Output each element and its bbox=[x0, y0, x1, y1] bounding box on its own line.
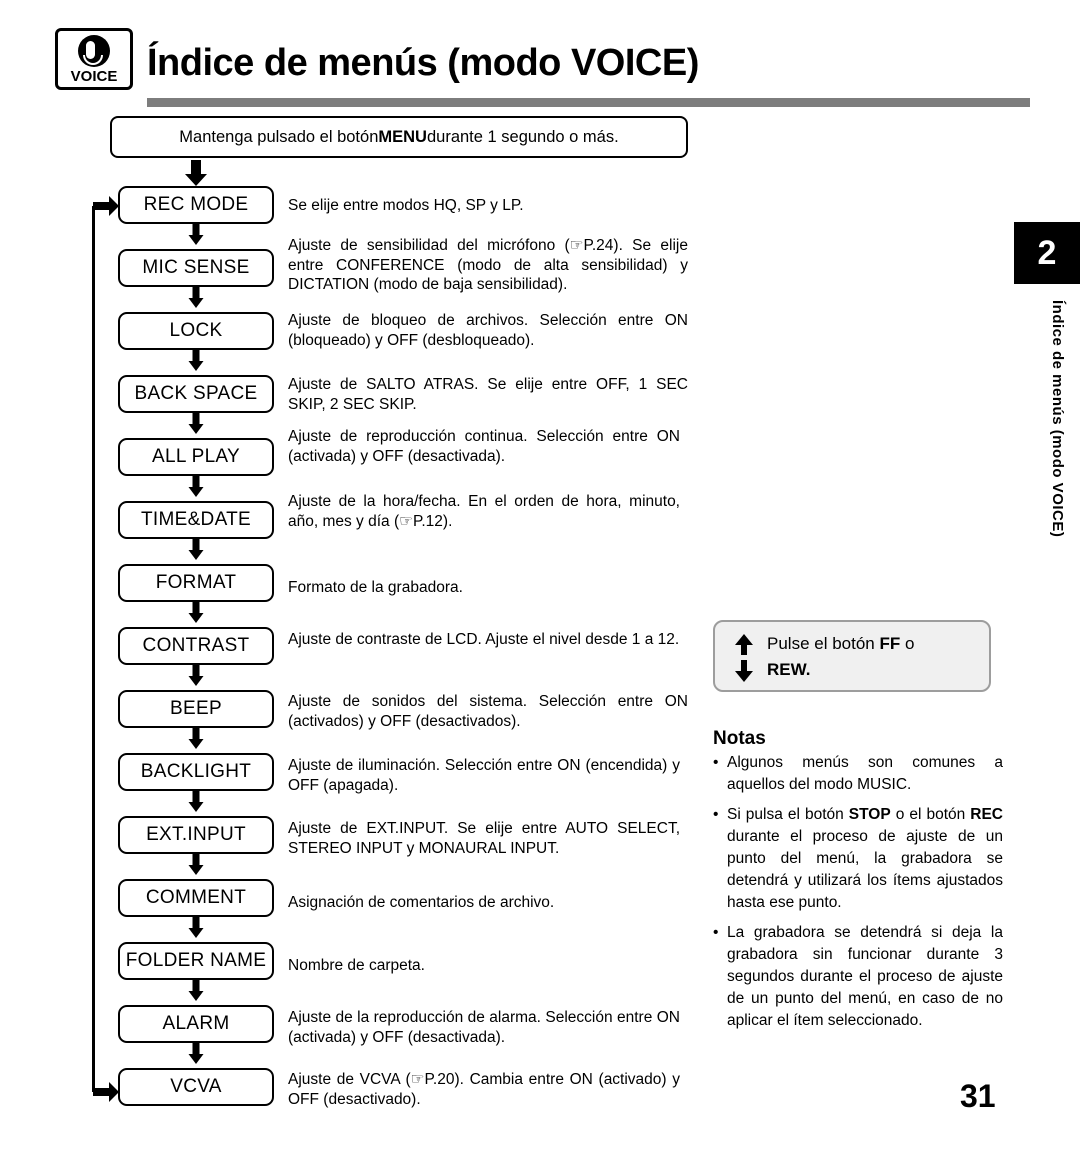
menu-item-label: FOLDER NAME bbox=[125, 950, 267, 971]
menu-button-label: MENU bbox=[378, 127, 427, 146]
press-ff-line: Pulse el botón FF o bbox=[767, 634, 914, 654]
notes-list: Algunos menús son comunes a aquellos del… bbox=[713, 752, 1003, 1040]
desc-mic-sense: Ajuste de sensibilidad del micrófono (☞P… bbox=[288, 237, 688, 294]
flow-arrow-icon bbox=[188, 791, 204, 812]
menu-hold-text-after: durante 1 segundo o más. bbox=[426, 127, 619, 146]
desc-folder-name: Nombre de carpeta. bbox=[288, 957, 425, 974]
press-ff-rew-box: Pulse el botón FF o REW. bbox=[713, 620, 991, 692]
flow-arrow-icon bbox=[188, 287, 204, 308]
desc-ext-input: Ajuste de EXT.INPUT. Se elije entre AUTO… bbox=[288, 820, 680, 857]
menu-item-label: BEEP bbox=[170, 698, 222, 719]
menu-hold-instruction: Mantenga pulsado el botón MENU durante 1… bbox=[110, 116, 688, 158]
flow-arrow-icon bbox=[188, 728, 204, 749]
menu-item-label: REC MODE bbox=[143, 194, 249, 215]
menu-item-label: BACKLIGHT bbox=[140, 761, 252, 782]
rew-button-label: REW. bbox=[767, 660, 811, 679]
chapter-running-title: Índice de menús (modo VOICE) bbox=[1049, 300, 1066, 538]
desc-all-play: Ajuste de reproducción continua. Selecci… bbox=[288, 428, 680, 465]
menu-item-label: CONTRAST bbox=[142, 635, 250, 656]
flow-arrow-icon bbox=[188, 539, 204, 560]
menu-item-comment[interactable]: COMMENT bbox=[118, 879, 274, 938]
menu-item-label: FORMAT bbox=[155, 572, 237, 593]
flow-arrow-icon bbox=[188, 980, 204, 1001]
menu-hold-text-before: Mantenga pulsado el botón bbox=[179, 127, 379, 146]
voice-badge-label: VOICE bbox=[70, 68, 118, 85]
menu-item-label: LOCK bbox=[169, 320, 223, 341]
desc-contrast: Ajuste de contraste de LCD. Ajuste el ni… bbox=[288, 631, 680, 648]
menu-item-label: ALARM bbox=[162, 1013, 230, 1034]
note-text: o el botón bbox=[890, 806, 971, 823]
menu-item-mic-sense[interactable]: MIC SENSE bbox=[118, 249, 274, 308]
note-item: Si pulsa el botón STOP o el botón REC du… bbox=[713, 804, 1003, 914]
page-number: 31 bbox=[960, 1078, 996, 1114]
page-title: Índice de menús (modo VOICE) bbox=[147, 42, 699, 84]
menu-item-backlight[interactable]: BACKLIGHT bbox=[118, 753, 274, 812]
desc-rec-mode: Se elije entre modos HQ, SP y LP. bbox=[288, 197, 524, 214]
notes-heading: Notas bbox=[713, 728, 766, 749]
menu-item-vcva[interactable]: VCVA bbox=[118, 1068, 274, 1106]
flow-arrow-icon bbox=[188, 917, 204, 938]
note-text: durante el proceso de ajuste de un punto… bbox=[727, 828, 1003, 911]
page-header: VOICE Índice de menús (modo VOICE) bbox=[55, 22, 1030, 107]
flow-arrow-icon bbox=[188, 602, 204, 623]
menu-item-format[interactable]: FORMAT bbox=[118, 564, 274, 623]
desc-comment: Asignación de comentarios de archivo. bbox=[288, 894, 555, 911]
up-down-arrows-icon bbox=[735, 634, 753, 682]
menu-item-label: TIME&DATE bbox=[140, 509, 252, 530]
note-text: Si pulsa el botón bbox=[727, 806, 849, 823]
menu-item-contrast[interactable]: CONTRAST bbox=[118, 627, 274, 686]
press-text-before: Pulse el botón bbox=[767, 634, 880, 653]
menu-flow-list: REC MODE MIC SENSE LOCK BACK SPACE ALL P… bbox=[118, 186, 276, 1106]
press-text-after: o bbox=[900, 634, 915, 653]
flow-entry-arrow-icon bbox=[185, 160, 207, 186]
menu-item-ext-input[interactable]: EXT.INPUT bbox=[118, 816, 274, 875]
note-text: La grabadora se detendrá si deja la grab… bbox=[727, 924, 1003, 1029]
desc-backlight: Ajuste de iluminación. Selección entre O… bbox=[288, 757, 680, 794]
menu-item-lock[interactable]: LOCK bbox=[118, 312, 274, 371]
chapter-number-tab: 2 bbox=[1014, 222, 1080, 284]
note-item: La grabadora se detendrá si deja la grab… bbox=[713, 922, 1003, 1032]
flow-arrow-icon bbox=[188, 413, 204, 434]
flow-return-arrow-top-icon bbox=[93, 196, 119, 216]
note-text: Algunos menús son comunes a aquellos del… bbox=[727, 754, 1003, 793]
header-divider bbox=[147, 98, 1030, 107]
menu-item-label: EXT.INPUT bbox=[146, 824, 246, 845]
menu-item-label: COMMENT bbox=[145, 887, 247, 908]
menu-item-label: MIC SENSE bbox=[142, 257, 250, 278]
desc-back-space: Ajuste de SALTO ATRAS. Se elije entre OF… bbox=[288, 376, 688, 413]
flow-arrow-icon bbox=[188, 665, 204, 686]
desc-format: Formato de la grabadora. bbox=[288, 579, 463, 596]
menu-item-label: BACK SPACE bbox=[134, 383, 258, 404]
voice-badge: VOICE bbox=[55, 28, 133, 90]
desc-time-and-date: Ajuste de la hora/fecha. En el orden de … bbox=[288, 493, 680, 530]
desc-alarm: Ajuste de la reproducción de alarma. Sel… bbox=[288, 1009, 680, 1046]
flow-arrow-icon bbox=[188, 350, 204, 371]
ff-button-label: FF bbox=[879, 634, 901, 653]
menu-item-beep[interactable]: BEEP bbox=[118, 690, 274, 749]
stop-button-label: STOP bbox=[848, 806, 891, 823]
flow-arrow-icon bbox=[188, 476, 204, 497]
flow-arrow-icon bbox=[188, 854, 204, 875]
menu-item-alarm[interactable]: ALARM bbox=[118, 1005, 274, 1064]
flow-arrow-icon bbox=[188, 1043, 204, 1064]
desc-vcva: Ajuste de VCVA (☞P.20). Cambia entre ON … bbox=[288, 1071, 680, 1108]
menu-item-label: ALL PLAY bbox=[152, 446, 240, 467]
flow-return-arrow-bottom-icon bbox=[93, 1082, 119, 1102]
menu-item-all-play[interactable]: ALL PLAY bbox=[118, 438, 274, 497]
desc-beep: Ajuste de sonidos del sistema. Selección… bbox=[288, 693, 688, 730]
menu-item-time-and-date[interactable]: TIME&DATE bbox=[118, 501, 274, 560]
note-item: Algunos menús son comunes a aquellos del… bbox=[713, 752, 1003, 796]
menu-item-rec-mode[interactable]: REC MODE bbox=[118, 186, 274, 245]
flow-return-line bbox=[92, 206, 95, 1092]
menu-item-folder-name[interactable]: FOLDER NAME bbox=[118, 942, 274, 1001]
microphone-icon bbox=[78, 35, 110, 67]
menu-item-back-space[interactable]: BACK SPACE bbox=[118, 375, 274, 434]
flow-arrow-icon bbox=[188, 224, 204, 245]
menu-item-label: VCVA bbox=[170, 1076, 222, 1097]
rec-button-label: REC bbox=[970, 806, 1003, 823]
desc-lock: Ajuste de bloqueo de archivos. Selección… bbox=[288, 312, 688, 349]
